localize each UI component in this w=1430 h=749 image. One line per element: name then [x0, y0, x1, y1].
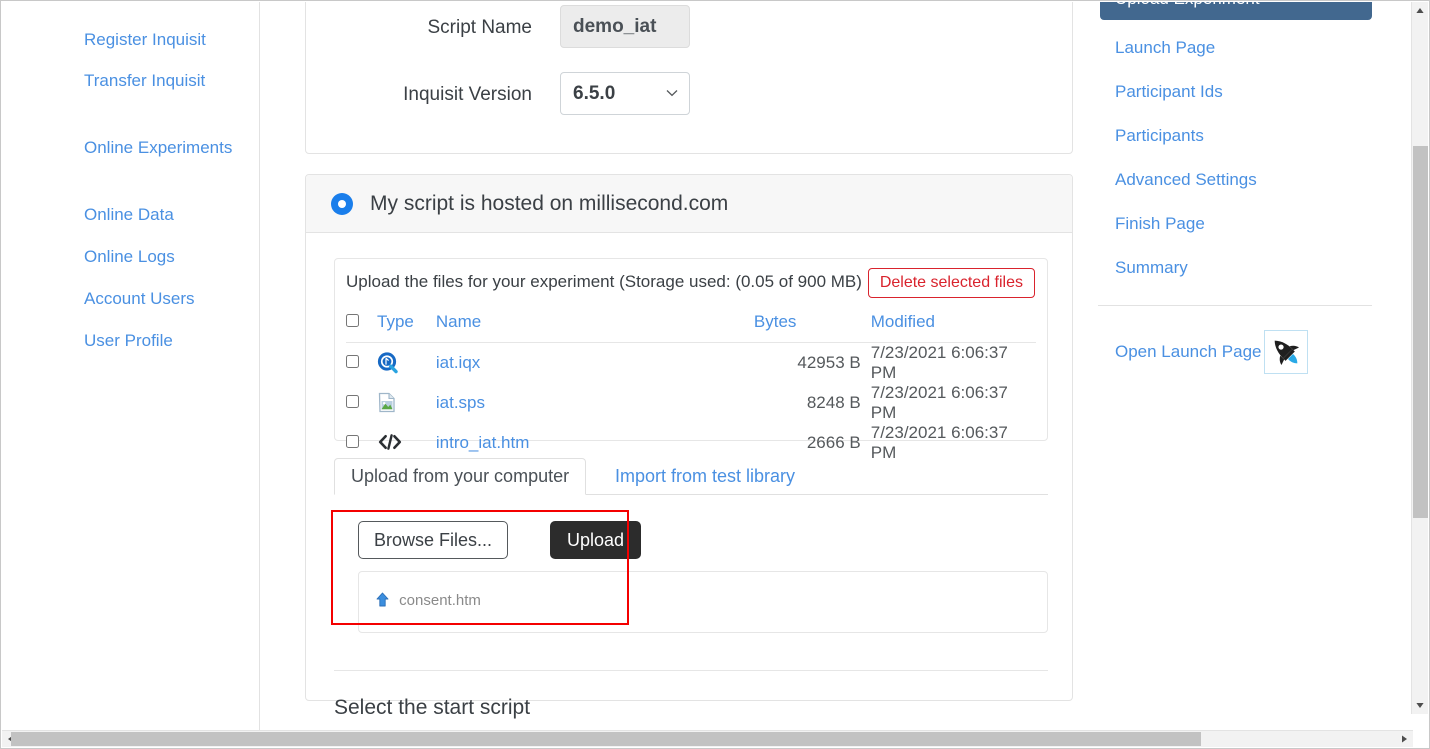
table-row: iat.iqx 42953 B 7/23/2021 6:06:37 PM	[346, 343, 1036, 384]
select-start-script-heading: Select the start script	[334, 696, 531, 719]
nav-item-summary[interactable]: Summary	[1115, 257, 1188, 279]
pending-file-name: consent.htm	[399, 592, 481, 609]
file-link[interactable]: iat.sps	[436, 393, 485, 412]
row-name-cell: intro_iat.htm	[436, 423, 754, 463]
row-checkbox[interactable]	[346, 435, 359, 448]
inquisit-version-control: 6.5.0	[560, 72, 690, 115]
nav-item-finish-page[interactable]: Finish Page	[1115, 213, 1205, 235]
sidebar-item-user-profile[interactable]: User Profile	[84, 328, 234, 353]
script-name-input[interactable]	[560, 5, 690, 48]
script-name-control	[560, 5, 690, 48]
files-table-header-row: Type Name Bytes Modified	[346, 309, 1036, 343]
row-name-cell: iat.sps	[436, 383, 754, 423]
inquisit-version-label: Inquisit Version	[403, 84, 532, 105]
nav-divider	[1098, 305, 1372, 306]
scroll-up-arrow-icon[interactable]	[1412, 2, 1428, 19]
tab-upload-from-your-computer[interactable]: Upload from your computer	[334, 458, 587, 495]
row-type-cell	[377, 343, 436, 384]
page-content: Register Inquisit Transfer Inquisit Onli…	[2, 2, 1413, 731]
left-sidebar-nav: Register Inquisit Transfer Inquisit Onli…	[2, 2, 260, 731]
hosting-option-label[interactable]: My script is hosted on millisecond.com	[370, 175, 728, 233]
nav-item-launch-page[interactable]: Launch Page	[1115, 37, 1215, 59]
sidebar-item-online-data[interactable]: Online Data	[84, 202, 234, 227]
row-modified-cell: 7/23/2021 6:06:37 PM	[870, 343, 1008, 382]
inquisit-script-icon	[377, 352, 401, 374]
nav-item-upload-experiment-active[interactable]: Upload Experiment	[1100, 2, 1372, 20]
scroll-right-arrow-icon[interactable]	[1396, 731, 1413, 747]
right-sidebar-nav: Upload Experiment Launch Page Participan…	[1083, 2, 1413, 731]
file-link[interactable]: iat.iqx	[436, 353, 480, 372]
pending-files-list: consent.htm	[358, 571, 1048, 633]
script-name-row: Script Name	[306, 5, 1072, 51]
vertical-scrollbar[interactable]	[1411, 2, 1428, 714]
main-content: Script Name Inquisit Version 6.5.0	[261, 2, 1083, 731]
table-row: intro_iat.htm 2666 B 7/23/2021 6:06:37 P…	[346, 423, 1036, 463]
row-type-cell	[377, 383, 436, 423]
html-code-icon	[377, 432, 402, 454]
row-bytes-cell: 8248 B	[806, 393, 861, 412]
hosting-option-card: My script is hosted on millisecond.com U…	[305, 174, 1073, 719]
inquisit-version-select[interactable]: 6.5.0	[560, 72, 690, 115]
hosting-card-header[interactable]: My script is hosted on millisecond.com	[306, 175, 1072, 233]
browser-viewport: Register Inquisit Transfer Inquisit Onli…	[0, 0, 1430, 749]
sidebar-item-transfer-inquisit[interactable]: Transfer Inquisit	[84, 68, 234, 93]
browse-files-button[interactable]: Browse Files...	[358, 521, 509, 559]
row-bytes-cell: 2666 B	[806, 433, 861, 452]
upload-source-tabs: Upload from your computer Import from te…	[334, 458, 1048, 495]
sidebar-item-register-inquisit[interactable]: Register Inquisit	[84, 27, 234, 52]
nav-item-participant-ids[interactable]: Participant Ids	[1115, 81, 1223, 103]
row-bytes-cell: 42953 B	[797, 353, 861, 372]
select-all-checkbox[interactable]	[346, 314, 359, 327]
row-select-cell	[346, 423, 377, 463]
row-name-cell: iat.iqx	[436, 343, 754, 384]
row-checkbox[interactable]	[346, 395, 359, 408]
tab-import-from-test-library[interactable]: Import from test library	[598, 458, 812, 495]
row-modified-cell: 7/23/2021 6:06:37 PM	[870, 423, 1008, 462]
nav-item-participants[interactable]: Participants	[1115, 125, 1204, 147]
sidebar-item-online-experiments[interactable]: Online Experiments	[84, 135, 234, 160]
script-details-card: Script Name Inquisit Version 6.5.0	[305, 2, 1073, 154]
row-type-cell	[377, 423, 436, 463]
nav-item-advanced-settings[interactable]: Advanced Settings	[1115, 169, 1257, 191]
table-row: iat.sps 8248 B 7/23/2021 6:06:37 PM	[346, 383, 1036, 423]
horizontal-scrollbar-thumb[interactable]	[11, 732, 1201, 746]
files-panel: Upload the files for your experiment (St…	[334, 258, 1048, 462]
row-select-cell	[346, 343, 377, 384]
scroll-down-arrow-icon[interactable]	[1412, 697, 1428, 714]
row-checkbox[interactable]	[346, 355, 359, 368]
pending-file-item: consent.htm	[376, 592, 481, 611]
script-name-label: Script Name	[427, 17, 532, 38]
column-header-bytes[interactable]: Bytes	[754, 309, 871, 343]
open-launch-page-link[interactable]: Open Launch Page	[1115, 340, 1262, 364]
image-file-icon	[377, 392, 401, 414]
row-select-cell	[346, 383, 377, 423]
storage-usage-text: Upload the files for your experiment (St…	[346, 272, 862, 291]
files-table-head: Type Name Bytes Modified	[346, 309, 1036, 343]
column-header-type[interactable]: Type	[377, 309, 436, 343]
column-header-modified[interactable]: Modified	[871, 309, 1036, 343]
row-modified-cell: 7/23/2021 6:06:37 PM	[870, 383, 1008, 422]
select-all-header	[346, 309, 377, 343]
delete-selected-files-button[interactable]: Delete selected files	[867, 268, 1035, 298]
inquisit-version-row: Inquisit Version 6.5.0	[306, 72, 1072, 118]
vertical-scrollbar-thumb[interactable]	[1413, 146, 1428, 518]
file-link[interactable]: intro_iat.htm	[436, 433, 530, 452]
rocket-icon[interactable]	[1264, 330, 1308, 374]
files-table-body: iat.iqx 42953 B 7/23/2021 6:06:37 PM iat…	[346, 343, 1036, 464]
section-divider	[334, 670, 1048, 671]
horizontal-scrollbar[interactable]	[2, 730, 1413, 747]
sidebar-item-online-logs[interactable]: Online Logs	[84, 244, 234, 269]
files-table: Type Name Bytes Modified iat.iqx 42953 B…	[346, 309, 1036, 463]
column-header-name[interactable]: Name	[436, 309, 754, 343]
upload-arrow-icon	[376, 592, 389, 611]
hosted-on-millisecond-radio[interactable]	[331, 193, 353, 215]
sidebar-item-account-users[interactable]: Account Users	[84, 286, 234, 311]
upload-button[interactable]: Upload	[550, 521, 642, 559]
